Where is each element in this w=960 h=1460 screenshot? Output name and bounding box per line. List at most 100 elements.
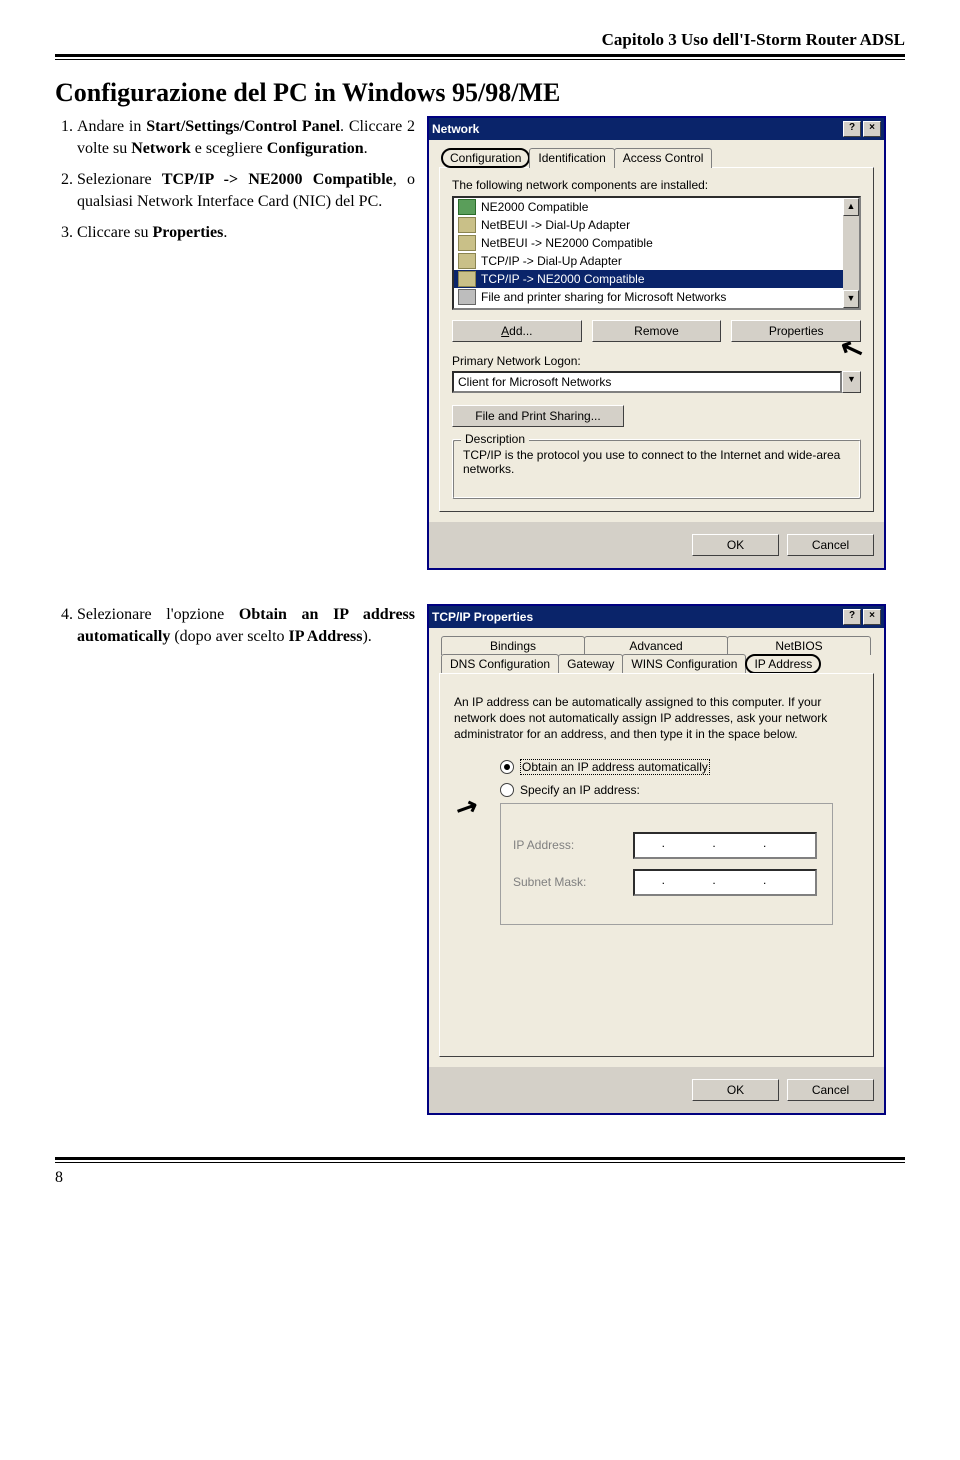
step1-text-d: . xyxy=(364,140,368,157)
protocol-icon xyxy=(458,253,476,269)
list-item-label: File and printer sharing for Microsoft N… xyxy=(481,290,726,304)
tcpip-button-bar: OK Cancel xyxy=(429,1067,884,1113)
service-icon xyxy=(458,289,476,305)
list-item-label: TCP/IP -> NE2000 Compatible xyxy=(481,272,645,286)
network-button-bar: OK Cancel xyxy=(429,522,884,568)
specify-ip-group: IP Address: . . . Subnet Mask: . . . xyxy=(500,803,833,925)
list-item-label: NetBEUI -> Dial-Up Adapter xyxy=(481,218,630,232)
step1-bold-b: Network xyxy=(131,140,191,157)
section-title: Configurazione del PC in Windows 95/98/M… xyxy=(55,78,905,108)
listbox-scrollbar[interactable]: ▲ ▼ xyxy=(843,198,859,308)
tab-dns-configuration[interactable]: DNS Configuration xyxy=(441,654,559,674)
tab-identification[interactable]: Identification xyxy=(529,148,614,168)
network-titlebar[interactable]: Network ? × xyxy=(429,118,884,140)
step4-bold-b: IP Address xyxy=(289,628,363,645)
tcpip-window: TCP/IP Properties ? × Bindings Advanced … xyxy=(427,604,886,1115)
tcpip-tabs-row2: DNS Configuration Gateway WINS Configura… xyxy=(441,654,874,674)
add-button[interactable]: AAdd...dd... xyxy=(452,320,582,342)
configuration-panel: The following network components are ins… xyxy=(439,167,874,512)
step4-text-a: Selezionare l'opzione xyxy=(77,606,239,623)
step-2: Selezionare TCP/IP -> NE2000 Compatible,… xyxy=(77,169,415,214)
ok-button[interactable]: OK xyxy=(692,1079,779,1101)
scroll-down-icon[interactable]: ▼ xyxy=(843,290,859,308)
step2-text-a: Selezionare xyxy=(77,171,162,188)
description-text: TCP/IP is the protocol you use to connec… xyxy=(463,448,850,476)
network-title: Network xyxy=(432,122,841,136)
radio-obtain-auto[interactable]: Obtain an IP address automatically xyxy=(500,759,861,775)
footer-rule-thick xyxy=(55,1157,905,1160)
close-button[interactable]: × xyxy=(863,609,881,625)
tab-netbios[interactable]: NetBIOS xyxy=(727,636,871,655)
properties-button[interactable]: Properties xyxy=(731,320,861,342)
list-item[interactable]: TCP/IP -> Dial-Up Adapter xyxy=(454,252,859,270)
ip-address-field[interactable]: . . . xyxy=(633,832,817,859)
cancel-button[interactable]: Cancel xyxy=(787,1079,874,1101)
list-item[interactable]: NetBEUI -> NE2000 Compatible xyxy=(454,234,859,252)
logon-label: Primary Network Logon: xyxy=(452,354,861,368)
header-rule-thick xyxy=(55,54,905,57)
radio-icon xyxy=(500,783,514,797)
tab-bindings[interactable]: Bindings xyxy=(441,636,585,655)
help-button[interactable]: ? xyxy=(843,121,861,137)
tab-gateway[interactable]: Gateway xyxy=(558,654,623,674)
ip-address-row: IP Address: . . . xyxy=(513,832,820,859)
radio-specify-label: Specify an IP address: xyxy=(520,783,640,797)
list-item[interactable]: NE2000 Compatible xyxy=(454,198,859,216)
protocol-icon xyxy=(458,217,476,233)
subnet-mask-label: Subnet Mask: xyxy=(513,875,613,889)
description-legend: Description xyxy=(461,432,529,446)
file-print-sharing-button[interactable]: File and Print Sharing... xyxy=(452,405,624,427)
footer-rule-thin xyxy=(55,1162,905,1163)
step4-text-b: (dopo aver scelto xyxy=(170,628,288,645)
tab-wins-configuration[interactable]: WINS Configuration xyxy=(622,654,746,674)
list-item-label: TCP/IP -> Dial-Up Adapter xyxy=(481,254,622,268)
step3-text-a: Cliccare su xyxy=(77,224,153,241)
list-item[interactable]: File and printer sharing for Microsoft N… xyxy=(454,288,859,306)
step1-bold-c: Configuration xyxy=(267,140,364,157)
page-number: 8 xyxy=(0,1169,960,1199)
header-rule-thin xyxy=(55,59,905,60)
step1-text-a: Andare in xyxy=(77,118,146,135)
tab-ip-address[interactable]: IP Address xyxy=(745,654,821,674)
subnet-mask-row: Subnet Mask: . . . xyxy=(513,869,820,896)
step1-bold-a: Start/Settings/Control Panel xyxy=(146,118,340,135)
subnet-mask-field[interactable]: . . . xyxy=(633,869,817,896)
list-item-label: NetBEUI -> NE2000 Compatible xyxy=(481,236,653,250)
list-item-label: NE2000 Compatible xyxy=(481,200,588,214)
close-button[interactable]: × xyxy=(863,121,881,137)
components-listbox[interactable]: NE2000 Compatible NetBEUI -> Dial-Up Ada… xyxy=(452,196,861,310)
radio-obtain-label: Obtain an IP address automatically xyxy=(520,759,710,775)
ip-address-label: IP Address: xyxy=(513,838,613,852)
network-window: Network ? × Configuration Identification… xyxy=(427,116,886,570)
arrow-annotation-icon: ↗ xyxy=(450,789,483,826)
network-dialog-screenshot: Network ? × Configuration Identification… xyxy=(427,116,905,570)
step1-text-c: e scegliere xyxy=(191,140,267,157)
tcpip-titlebar[interactable]: TCP/IP Properties ? × xyxy=(429,606,884,628)
radio-specify[interactable]: Specify an IP address: xyxy=(500,783,861,797)
list-item[interactable]: NetBEUI -> Dial-Up Adapter xyxy=(454,216,859,234)
step3-bold: Properties xyxy=(153,224,224,241)
step-1: Andare in Start/Settings/Control Panel. … xyxy=(77,116,415,161)
primary-logon-combo[interactable]: Client for Microsoft Networks ▼ xyxy=(452,371,861,393)
cancel-button[interactable]: Cancel xyxy=(787,534,874,556)
help-button[interactable]: ? xyxy=(843,609,861,625)
step2-bold: TCP/IP -> NE2000 Compatible xyxy=(162,171,393,188)
ip-info-text: An IP address can be automatically assig… xyxy=(454,694,859,743)
adapter-icon xyxy=(458,199,476,215)
combo-dropdown-icon[interactable]: ▼ xyxy=(842,371,861,393)
radio-icon xyxy=(500,760,514,774)
scroll-up-icon[interactable]: ▲ xyxy=(843,198,859,216)
tab-configuration[interactable]: Configuration xyxy=(441,148,530,168)
description-group: Description TCP/IP is the protocol you u… xyxy=(452,439,861,499)
list-item-selected[interactable]: TCP/IP -> NE2000 Compatible xyxy=(454,270,859,288)
tab-access-control[interactable]: Access Control xyxy=(614,148,713,168)
remove-button[interactable]: Remove xyxy=(592,320,722,342)
chapter-header: Capitolo 3 Uso dell'I-Storm Router ADSL xyxy=(55,30,905,50)
components-label: The following network components are ins… xyxy=(452,178,861,192)
step3-text-b: . xyxy=(223,224,227,241)
ok-button[interactable]: OK xyxy=(692,534,779,556)
instructions-block-1: Andare in Start/Settings/Control Panel. … xyxy=(55,116,415,252)
tab-advanced[interactable]: Advanced xyxy=(584,636,728,655)
protocol-icon xyxy=(458,271,476,287)
network-tabs: Configuration Identification Access Cont… xyxy=(441,148,874,168)
